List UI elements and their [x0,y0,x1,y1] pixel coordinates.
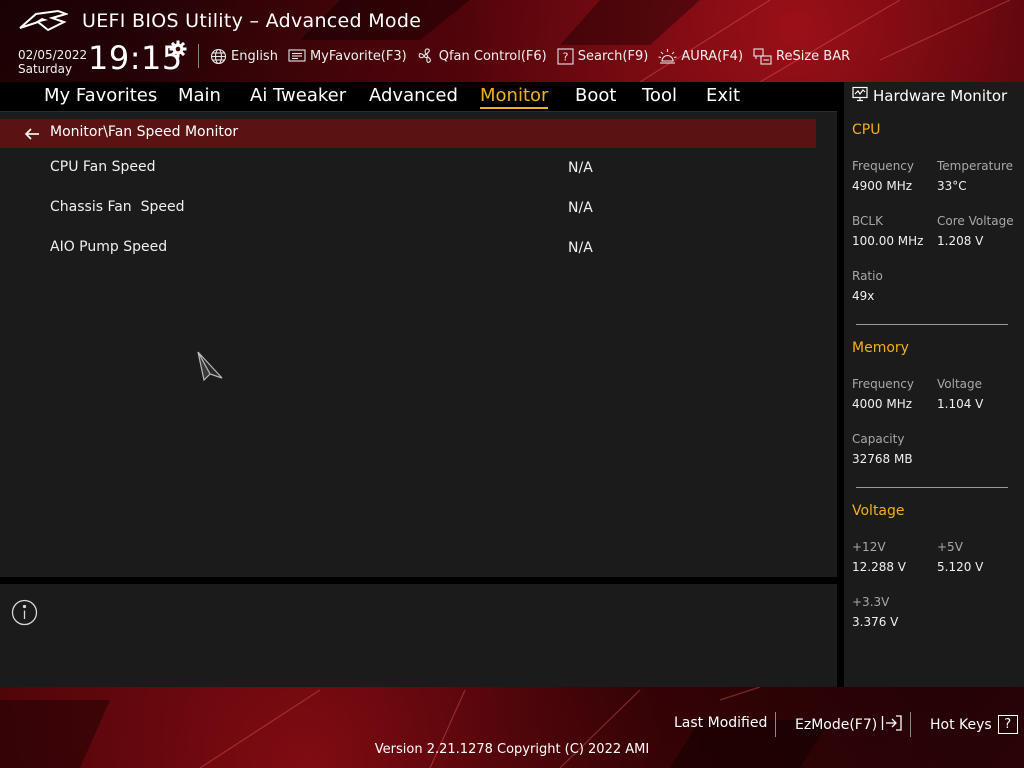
resize-bar-button[interactable]: ReSize BAR [753,47,850,65]
ezmode-label: EzMode(F7) [795,717,878,733]
cpu-temperature-label: Temperature [937,159,1014,173]
footer-divider [775,712,776,737]
qfan-control-button[interactable]: Qfan Control(F6) [417,47,547,65]
tab-my-favorites[interactable]: My Favorites [44,85,157,106]
svg-text:?: ? [562,50,568,63]
voltage-section-title: Voltage [852,503,905,519]
question-box-icon: ? [997,715,1018,734]
rog-logo [18,8,70,38]
ratio-label: Ratio [852,269,883,283]
tab-ai-tweaker[interactable]: Ai Tweaker [250,85,346,106]
fan-icon [417,47,435,65]
memory-frequency-value: 4000 MHz [852,397,913,411]
tab-advanced[interactable]: Advanced [369,85,458,106]
memory-voltage-value: 1.104 V [937,397,984,411]
memory-frequency-label: Frequency [852,377,914,391]
memory-capacity-value: 32768 MB [852,452,913,466]
core-voltage-value: 1.208 V [937,234,984,248]
hardware-monitor-header: Hardware Monitor [852,86,1007,106]
cpu-temperature-value: 33°C [937,179,967,193]
cpu-section-title: CPU [852,122,881,138]
hot-keys-button[interactable]: Hot Keys ? [930,715,1018,734]
info-icon [11,599,38,630]
panel-divider [837,82,844,687]
myfavorite-button[interactable]: MyFavorite(F3) [288,48,407,64]
aura-button[interactable]: AURA(F4) [658,47,743,65]
settings-panel: Monitor\Fan Speed Monitor CPU Fan Speed … [0,112,837,577]
aura-light-icon [658,47,677,65]
monitor-icon [852,86,868,106]
cpu-frequency-value: 4900 MHz [852,179,913,193]
v33-label: +3.3V [852,595,890,609]
date-display: 02/05/2022 Saturday [18,48,87,76]
setting-row-cpu-fan-speed[interactable]: CPU Fan Speed N/A [0,154,816,186]
tab-tool[interactable]: Tool [642,85,677,106]
cpu-frequency-label: Frequency [852,159,914,173]
section-divider [856,324,1008,325]
language-label: English [231,48,278,64]
mouse-pointer-icon [196,350,224,386]
setting-value: N/A [568,160,593,176]
last-modified-button[interactable]: Last Modified [674,715,767,731]
globe-icon [210,48,227,65]
help-divider [0,577,837,584]
toolbar: English MyFavorite(F3) Qfan Control(F6) … [210,44,850,68]
favorite-icon [288,48,306,64]
app-title: UEFI BIOS Utility – Advanced Mode [82,10,422,32]
aura-label: AURA(F4) [681,48,744,64]
day-text: Saturday [18,62,73,76]
hardware-monitor-title: Hardware Monitor [873,87,1008,105]
section-divider [856,487,1008,488]
search-button[interactable]: ? Search(F9) [557,47,649,65]
tab-main[interactable]: Main [178,85,221,106]
ezmode-button[interactable]: EzMode(F7) [795,715,903,735]
bclk-value: 100.00 MHz [852,234,924,248]
version-text: Version 2.21.1278 Copyright (C) 2022 AMI [374,742,650,757]
v12-label: +12V [852,540,886,554]
memory-section-title: Memory [852,340,909,356]
breadcrumb[interactable]: Monitor\Fan Speed Monitor [0,119,816,148]
setting-row-chassis-fan-speed[interactable]: Chassis Fan Speed N/A [0,194,816,226]
hot-keys-label: Hot Keys [930,716,992,733]
tab-exit[interactable]: Exit [706,85,740,106]
v33-value: 3.376 V [852,615,899,629]
memory-voltage-label: Voltage [937,377,983,391]
memory-capacity-label: Capacity [852,432,905,446]
core-voltage-label: Core Voltage [937,214,1014,228]
v12-value: 12.288 V [852,560,907,574]
resize-bar-icon [753,47,772,65]
header-divider [198,44,199,68]
bclk-label: BCLK [852,214,883,228]
setting-label: Chassis Fan Speed [50,199,185,215]
search-label: Search(F9) [577,48,649,64]
help-panel [0,584,837,687]
setting-value: N/A [568,240,593,256]
search-help-icon: ? [557,47,574,65]
setting-label: CPU Fan Speed [50,159,156,175]
v5-value: 5.120 V [937,560,984,574]
language-button[interactable]: English [210,48,278,65]
setting-row-aio-pump-speed[interactable]: AIO Pump Speed N/A [0,234,816,266]
tab-monitor[interactable]: Monitor [480,85,549,109]
setting-label: AIO Pump Speed [50,239,168,255]
setting-value: N/A [568,200,593,216]
tab-boot[interactable]: Boot [575,85,616,106]
ratio-value: 49x [852,289,875,303]
gear-icon[interactable] [169,40,187,62]
main-menu-bar: My Favorites Main Ai Tweaker Advanced Mo… [0,82,837,111]
hardware-monitor-panel: Hardware Monitor CPU Frequency 4900 MHz … [844,82,1024,687]
resize-bar-label: ReSize BAR [776,48,851,64]
footer-divider [910,712,911,737]
myfavorite-label: MyFavorite(F3) [309,48,407,64]
v5-label: +5V [937,540,963,554]
back-arrow-icon[interactable] [24,126,40,145]
breadcrumb-text: Monitor\Fan Speed Monitor [50,124,239,140]
last-modified-label: Last Modified [674,715,768,731]
date-text: 02/05/2022 [18,48,88,62]
exit-arrow-icon [881,715,903,735]
qfan-control-label: Qfan Control(F6) [438,48,547,64]
